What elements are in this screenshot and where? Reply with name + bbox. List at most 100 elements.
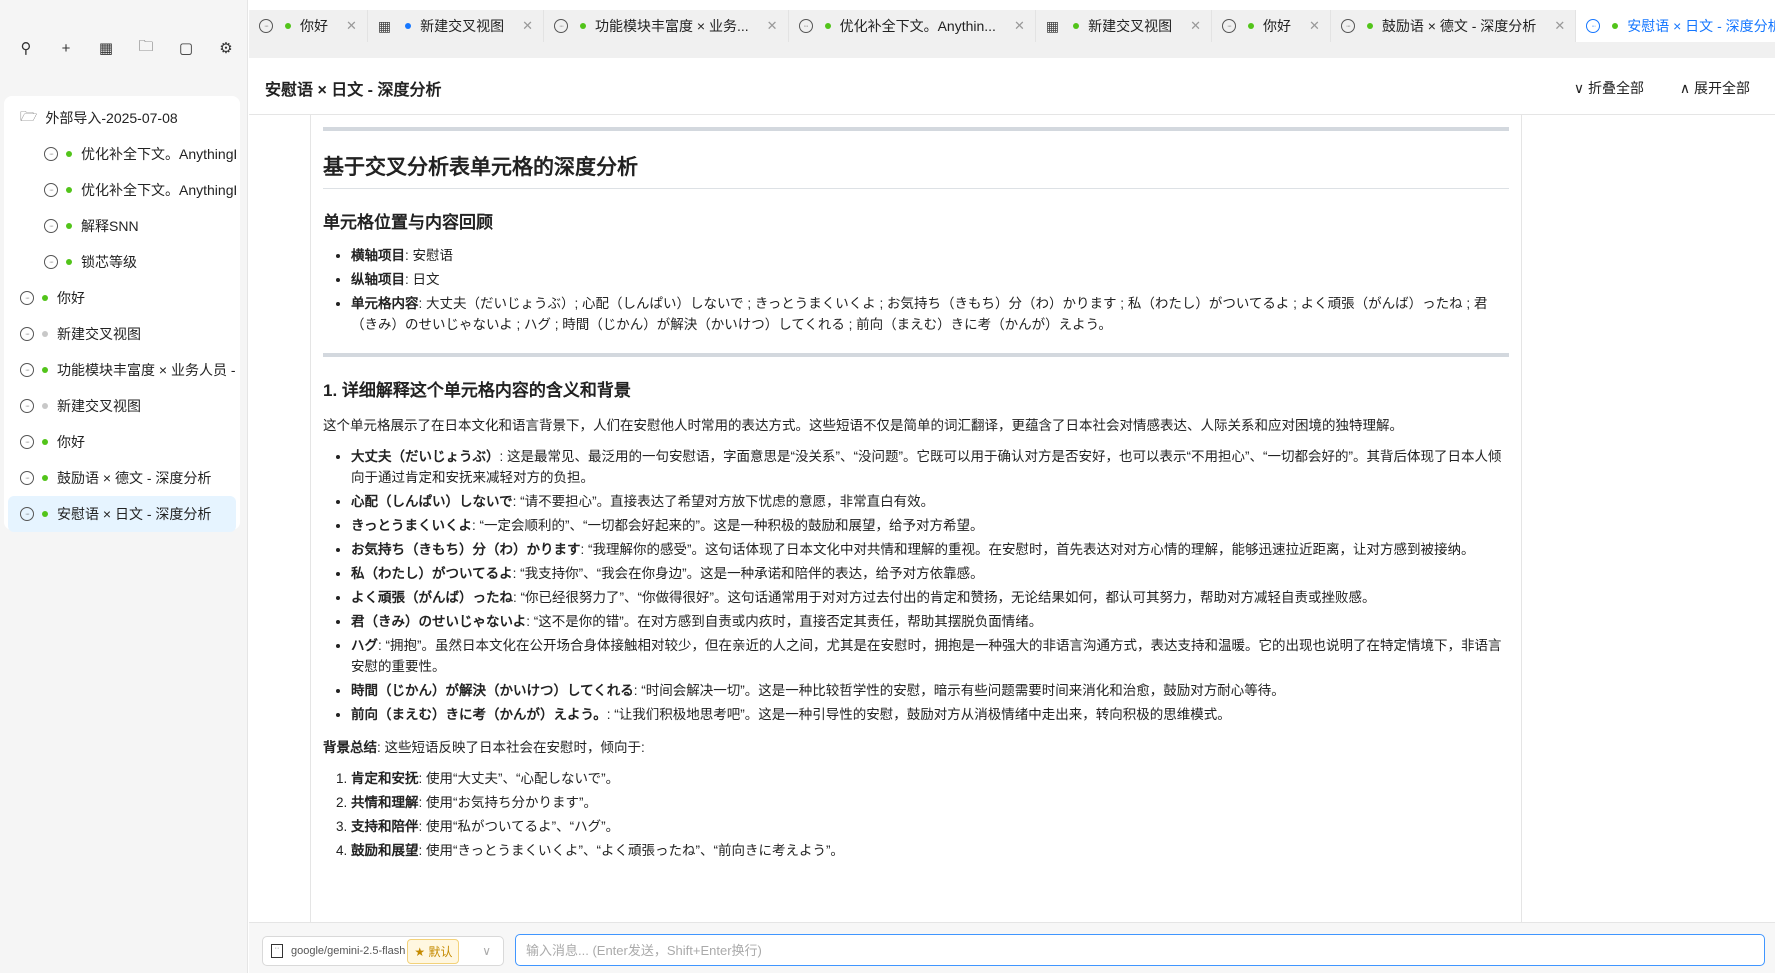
table-icon: ▦ (378, 18, 391, 35)
status-dot (42, 331, 48, 337)
tab-4[interactable]: ▦ 新建交叉视图 ✕ (1036, 10, 1212, 42)
sidebar-conversation-item[interactable]: ···功能模块丰富度 × 业务人员 - 深度分析 (8, 352, 236, 388)
status-dot (580, 23, 586, 29)
tab-label: 安慰语 × 日文 - 深度分析 (1627, 16, 1775, 36)
phrase-item-text: : “拥抱”。虽然日本文化在公开场合身体接触相对较少，但在亲近的人之间，尤其是在… (351, 638, 1502, 674)
close-icon[interactable]: ✕ (1554, 18, 1565, 34)
page-header: 安慰语 × 日文 - 深度分析 ∨ 折叠全部 ∧ 展开全部 (249, 58, 1775, 115)
phrase-item-term: 私（わたし）がついてるよ (351, 566, 513, 581)
phrase-item-text: : “请不要担心”。直接表达了希望对方放下忧虑的意愿，非常直白有效。 (513, 494, 935, 509)
folder-label: 外部导入-2025-07-08 (45, 108, 177, 128)
sidebar-conversation-item[interactable]: ···优化补全下文。AnythingLLM (8, 136, 236, 172)
summary-item-text: : 使用“私がついてるよ”、“ハグ”。 (419, 819, 620, 834)
close-icon[interactable]: ✕ (346, 18, 357, 34)
tab-7[interactable]: ··· 安慰语 × 日文 - 深度分析 (1576, 10, 1775, 42)
tab-label: 优化补全下文。Anythin... (840, 16, 996, 36)
close-icon[interactable]: ✕ (1309, 18, 1320, 34)
status-dot (66, 223, 72, 229)
chat-icon: ··· (1586, 19, 1600, 33)
chat-icon: ··· (44, 219, 58, 233)
phrase-item-text: : “我支持你”、“我会在你身边”。这是一种承诺和陪伴的表达，给予对方依靠感。 (513, 566, 984, 581)
chat-icon: ··· (44, 183, 58, 197)
sidebar-conversation-item[interactable]: ··· 解释SNN (8, 208, 236, 244)
recap-item-term: 单元格内容 (351, 296, 419, 311)
table-icon[interactable]: ▦ (86, 36, 126, 60)
sidebar-conversation-item[interactable]: ···你好 (8, 424, 236, 460)
message-input[interactable] (515, 934, 1765, 966)
folder-icon[interactable]: 🗀 (126, 36, 166, 60)
status-dot (1073, 23, 1079, 29)
conversation-label: 优化补全下文。AnythingLLM (81, 180, 236, 200)
sidebar-conversation-item[interactable]: ···锁芯等级 (8, 244, 236, 280)
summary-item: 支持和陪伴: 使用“私がついてるよ”、“ハグ”。 (351, 816, 1509, 837)
status-dot (1612, 23, 1618, 29)
sidebar-conversation-item[interactable]: ···新建交叉视图 (8, 388, 236, 424)
tab-0[interactable]: ···你好✕ (249, 10, 368, 42)
expand-all-button[interactable]: ∧ 展开全部 (1680, 78, 1750, 98)
status-dot (42, 403, 48, 409)
chat-icon: ··· (20, 399, 34, 413)
tab-1[interactable]: ▦新建交叉视图✕ (368, 10, 544, 42)
phrase-item-term: 心配（しんぱい）しないで (351, 494, 513, 509)
panel-icon[interactable]: ▢ (166, 36, 206, 60)
phrase-item: 心配（しんぱい）しないで: “请不要担心”。直接表达了希望对方放下忧虑的意愿，非… (351, 491, 1509, 512)
add-icon[interactable]: + (46, 36, 86, 60)
conversation-label: 安慰语 × 日文 - 深度分析 (57, 504, 211, 524)
recap-item-term: 横轴项目 (351, 248, 405, 263)
sidebar-conversation-item[interactable]: ···你好 (8, 280, 236, 316)
tab-bar: ···你好✕ ▦ 新建交叉视图 ✕ ··· 功能模块丰富度 × 业务... ✕ ··· 优化补全… (249, 10, 1775, 42)
status-dot (42, 295, 48, 301)
tab-6[interactable]: ···鼓励语 × 德文 - 深度分析✕ (1331, 10, 1576, 42)
close-icon[interactable]: ✕ (1014, 18, 1025, 34)
chat-icon: ··· (1341, 19, 1355, 33)
gear-icon[interactable]: ⚙ (206, 36, 246, 60)
table-icon: ▦ (1046, 18, 1059, 35)
tab-label: 新建交叉视图 (1088, 16, 1172, 36)
summary-item: 鼓励和展望: 使用“きっとうまくいくよ”、“よく頑張ったね”、“前向きに考えよう… (351, 840, 1509, 861)
model-selector[interactable]: ·· google/gemini-2.5-flash ★ 默认 ∨ (262, 936, 504, 966)
phrase-list: 大丈夫（だいじょうぶ）: 这是最常见、最泛用的一句安慰语，字面意思是“没关系”、… (323, 446, 1509, 725)
collapse-all-button[interactable]: ∨ 折叠全部 (1574, 78, 1644, 98)
close-icon[interactable]: ✕ (1190, 18, 1201, 34)
close-icon[interactable]: ✕ (522, 18, 533, 34)
recap-item-text: : 日文 (405, 272, 440, 287)
conversation-list: 🗁外部导入-2025-07-08 ··· 优化补全下文。AnythingLLM ···… (4, 96, 240, 530)
sidebar-conversation-item[interactable]: ···鼓励语 × 德文 - 深度分析 (8, 460, 236, 496)
phrase-item: 大丈夫（だいじょうぶ）: 这是最常见、最泛用的一句安慰语，字面意思是“没关系”、… (351, 446, 1509, 488)
tab-3[interactable]: ···优化补全下文。Anythin...✕ (789, 10, 1036, 42)
sidebar-conversation-item[interactable]: ··· 安慰语 × 日文 - 深度分析 (8, 496, 236, 532)
star-icon: ★ (414, 945, 428, 959)
divider (323, 353, 1509, 357)
tab-5[interactable]: ···你好✕ (1212, 10, 1331, 42)
status-dot (1248, 23, 1254, 29)
chat-icon: ··· (20, 507, 34, 521)
sidebar: ⚲ + ▦ 🗀 ▢ ⚙ 🗁外部导入-2025-07-08 ··· 优化补全下文。An… (0, 0, 248, 973)
sidebar-folder[interactable]: 🗁外部导入-2025-07-08 (8, 100, 236, 136)
tab-2[interactable]: ···功能模块丰富度 × 业务...✕ (544, 10, 789, 42)
conversation-label: 功能模块丰富度 × 业务人员 - 深度分析 (57, 360, 236, 380)
sidebar-conversation-item[interactable]: ···新建交叉视图 (8, 316, 236, 352)
phrase-item-term: 時間（じかん）が解決（かいけつ）してくれる (351, 683, 634, 698)
summary-item-text: : 使用“きっとうまくいくよ”、“よく頑張ったね”、“前向きに考えよう”。 (419, 843, 844, 858)
search-icon[interactable]: ⚲ (6, 36, 46, 60)
phrase-item-term: よく頑張（がんば）ったね (351, 590, 513, 605)
phrase-item-term: 前向（まえむ）きに考（かんが）えよう。 (351, 707, 607, 722)
chat-icon: ··· (44, 147, 58, 161)
phrase-item: 前向（まえむ）きに考（かんが）えよう。: “让我们积极地思考吧”。这是一种引导性… (351, 704, 1509, 725)
phrase-item-text: : “你已经很努力了”、“你做得很好”。这句话通常用于对对方过去付出的肯定和赞扬… (513, 590, 1375, 605)
summary-item-text: : 使用“大丈夫”、“心配しないで”。 (419, 771, 620, 786)
default-badge: ★ 默认 (407, 939, 459, 964)
chat-icon: ··· (20, 291, 34, 305)
status-dot (66, 151, 72, 157)
model-name: google/gemini-2.5-flash (291, 945, 405, 957)
robot-icon: ·· (271, 944, 283, 958)
close-icon[interactable]: ✕ (767, 18, 778, 34)
collapse-all-label: 折叠全部 (1588, 80, 1644, 96)
summary-text: : 这些短语反映了日本社会在安慰时，倾向于: (377, 740, 645, 755)
conversation-label: 解释SNN (81, 216, 139, 236)
sidebar-conversation-item[interactable]: ··· 优化补全下文。AnythingLLM (8, 172, 236, 208)
tab-label: 功能模块丰富度 × 业务... (595, 16, 749, 36)
chat-icon: ··· (1222, 19, 1236, 33)
recap-item-text: : 安慰语 (405, 248, 453, 263)
summary-label: 背景总结 (323, 740, 377, 755)
